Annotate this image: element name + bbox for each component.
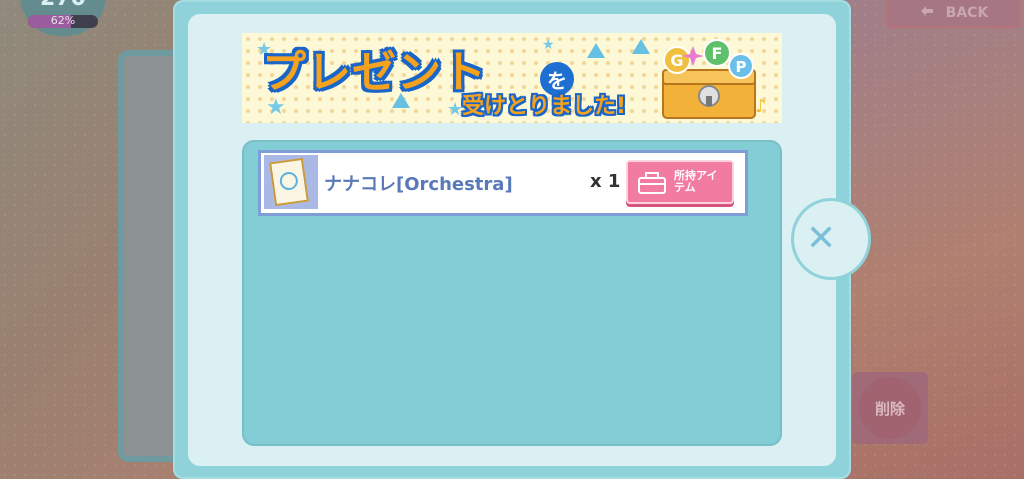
- owned-items-label: 所持アイテム: [674, 169, 718, 194]
- banner-subtitle: 受けとりました!: [462, 94, 627, 119]
- chest-letter-p: P: [736, 58, 747, 76]
- svg-text:♪: ♪: [755, 96, 765, 117]
- back-button[interactable]: BACK: [885, 0, 1021, 28]
- item-name: ナナコレ[Orchestra]: [324, 174, 513, 195]
- star-icon: ★: [542, 37, 555, 53]
- exp-percent: 62%: [50, 14, 76, 27]
- triangle-decoration: [587, 43, 605, 58]
- back-arrow-icon: [918, 4, 936, 22]
- delete-button[interactable]: 削除: [852, 372, 928, 444]
- triangle-decoration: [632, 39, 650, 54]
- banner-title: プレゼント: [262, 47, 487, 98]
- item-quantity: x 1: [590, 171, 621, 192]
- toolbox-icon: [638, 172, 666, 194]
- star-icon: ★: [447, 99, 464, 120]
- item-card-icon: [269, 157, 309, 207]
- level-value: 270: [20, 0, 106, 11]
- delete-button-label: 削除: [874, 399, 905, 418]
- back-button-label: BACK: [945, 5, 989, 21]
- chest-letter-f: F: [712, 44, 723, 63]
- close-icon: ✕: [806, 218, 837, 259]
- chest-letter-g: G: [670, 51, 683, 70]
- owned-items-button[interactable]: 所持アイテム: [626, 160, 734, 204]
- close-button[interactable]: ✕: [791, 198, 871, 280]
- treasure-chest-icon: G F P ♪: [662, 39, 765, 119]
